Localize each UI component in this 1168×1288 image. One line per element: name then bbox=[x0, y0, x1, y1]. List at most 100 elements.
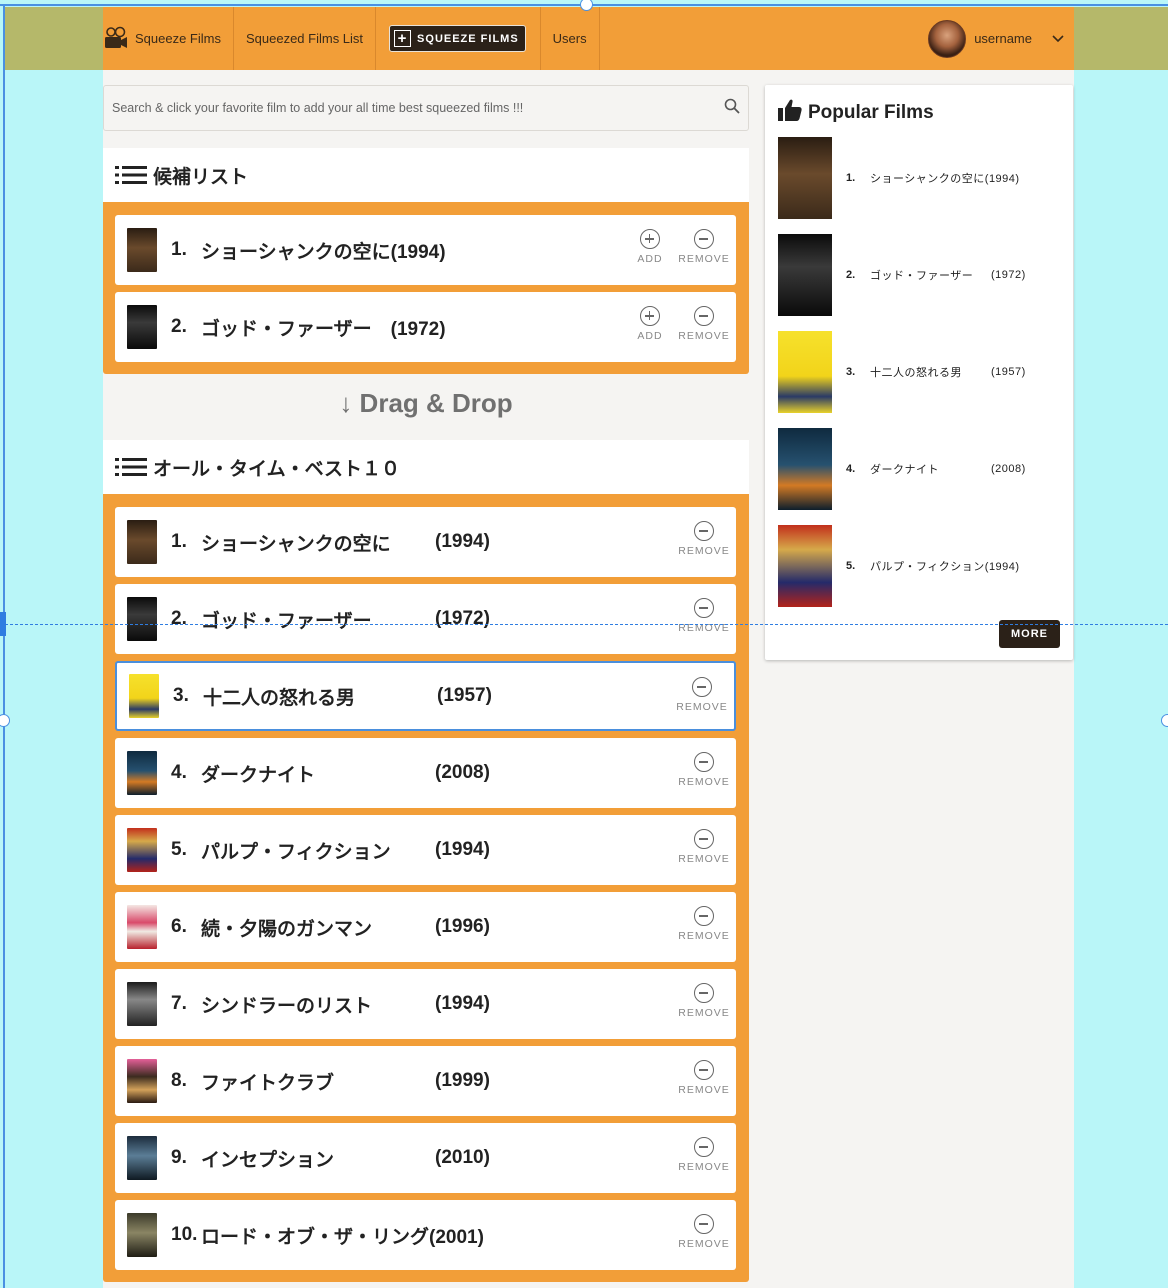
candidate-card[interactable]: 2. ゴッド・ファーザー (1972) ADD REMOVE bbox=[115, 292, 736, 362]
best10-card[interactable]: 2. ゴッド・ファーザー (1972) REMOVE bbox=[115, 584, 736, 654]
poster-image bbox=[127, 1136, 157, 1180]
add-label: ADD bbox=[637, 330, 663, 342]
minus-circle-icon bbox=[694, 521, 714, 541]
plus-icon: + bbox=[394, 30, 412, 47]
nav-users[interactable]: Users bbox=[541, 7, 600, 70]
card-year: (2010) bbox=[435, 1147, 490, 1168]
avatar bbox=[928, 19, 967, 58]
popular-film-item[interactable]: 4. ダークナイト (2008) bbox=[778, 428, 1058, 510]
card-title: ロード・オブ・ザ・リング(2001) bbox=[201, 1226, 484, 1248]
poster-image bbox=[127, 751, 157, 795]
best10-card[interactable]: 5. パルプ・フィクション (1994) REMOVE bbox=[115, 815, 736, 885]
plus-circle-icon bbox=[640, 306, 660, 326]
card-actions: REMOVE bbox=[678, 598, 729, 634]
card-title: ファイトクラブ bbox=[201, 1072, 335, 1094]
nav-squeezed-films-list[interactable]: Squeezed Films List bbox=[234, 7, 377, 70]
remove-button[interactable]: REMOVE bbox=[678, 1137, 729, 1173]
popular-title: ダークナイト bbox=[870, 464, 939, 476]
best10-card-selected[interactable]: 3. 十二人の怒れる男 (1957) REMOVE bbox=[115, 661, 736, 731]
remove-button[interactable]: REMOVE bbox=[678, 229, 729, 265]
best10-card[interactable]: 9. インセプション (2010) REMOVE bbox=[115, 1123, 736, 1193]
popular-films-header: Popular Films bbox=[778, 99, 934, 127]
search-icon[interactable] bbox=[724, 98, 740, 119]
search-input[interactable] bbox=[112, 101, 724, 115]
selection-frame-left bbox=[3, 4, 5, 1288]
film-search-bar bbox=[103, 85, 749, 131]
resize-handle-left[interactable] bbox=[0, 714, 10, 727]
remove-button[interactable]: REMOVE bbox=[678, 1214, 729, 1250]
candidate-card[interactable]: 1. ショーシャンクの空に(1994) ADD REMOVE bbox=[115, 215, 736, 285]
popular-title: ショーシャンクの空に(1994) bbox=[870, 173, 1020, 185]
remove-button[interactable]: REMOVE bbox=[678, 306, 729, 342]
poster-image bbox=[127, 597, 157, 641]
best10-title: オール・タイム・ベスト１０ bbox=[153, 458, 401, 480]
poster-image bbox=[127, 905, 157, 949]
popular-rank: 4. bbox=[846, 463, 856, 475]
remove-label: REMOVE bbox=[678, 545, 730, 557]
card-rank: 1. bbox=[171, 531, 187, 552]
resize-handle-right[interactable] bbox=[1161, 714, 1168, 727]
card-actions: REMOVE bbox=[678, 1060, 729, 1096]
remove-button[interactable]: REMOVE bbox=[678, 1060, 729, 1096]
remove-button[interactable]: REMOVE bbox=[678, 521, 729, 557]
best10-card[interactable]: 7. シンドラーのリスト (1994) REMOVE bbox=[115, 969, 736, 1039]
poster-image bbox=[778, 428, 832, 510]
best10-card[interactable]: 10. ロード・オブ・ザ・リング(2001) REMOVE bbox=[115, 1200, 736, 1270]
minus-circle-icon bbox=[694, 306, 714, 326]
best10-card[interactable]: 1. ショーシャンクの空に (1994) REMOVE bbox=[115, 507, 736, 577]
popular-film-item[interactable]: 2. ゴッド・ファーザー (1972) bbox=[778, 234, 1058, 316]
remove-button[interactable]: REMOVE bbox=[678, 829, 729, 865]
card-rank: 1. bbox=[171, 239, 187, 260]
poster-image bbox=[127, 520, 157, 564]
card-actions: REMOVE bbox=[678, 752, 729, 788]
add-button[interactable]: ADD bbox=[630, 229, 670, 265]
plus-circle-icon bbox=[640, 229, 660, 249]
remove-button[interactable]: REMOVE bbox=[678, 598, 729, 634]
remove-button[interactable]: REMOVE bbox=[678, 983, 729, 1019]
best10-card[interactable]: 6. 続・夕陽のガンマン (1996) REMOVE bbox=[115, 892, 736, 962]
add-label: ADD bbox=[637, 253, 663, 265]
popular-year: (1972) bbox=[991, 269, 1026, 281]
remove-label: REMOVE bbox=[678, 253, 730, 265]
card-year: (1994) bbox=[435, 531, 490, 552]
remove-button[interactable]: REMOVE bbox=[678, 752, 729, 788]
card-rank: 3. bbox=[173, 685, 189, 706]
popular-film-item[interactable]: 3. 十二人の怒れる男 (1957) bbox=[778, 331, 1058, 413]
popular-rank: 5. bbox=[846, 560, 856, 572]
popular-rank: 2. bbox=[846, 269, 856, 281]
user-menu[interactable]: username bbox=[928, 7, 1074, 70]
poster-image bbox=[778, 234, 832, 316]
minus-circle-icon bbox=[694, 1137, 714, 1157]
popular-title: 十二人の怒れる男 bbox=[870, 367, 962, 379]
best10-card[interactable]: 8. ファイトクラブ (1999) REMOVE bbox=[115, 1046, 736, 1116]
remove-label: REMOVE bbox=[678, 1238, 730, 1250]
poster-image bbox=[778, 525, 832, 607]
candidate-list: 1. ショーシャンクの空に(1994) ADD REMOVE 2. ゴッド・ファ… bbox=[103, 202, 749, 374]
card-title: インセプション bbox=[201, 1149, 335, 1171]
remove-button[interactable]: REMOVE bbox=[678, 906, 729, 942]
nav-brand[interactable]: Squeeze Films bbox=[103, 7, 234, 70]
minus-circle-icon bbox=[694, 229, 714, 249]
card-rank: 9. bbox=[171, 1147, 187, 1168]
username-label: username bbox=[974, 31, 1032, 46]
minus-circle-icon bbox=[692, 677, 712, 697]
card-year: (1972) bbox=[435, 608, 490, 629]
card-actions: ADD REMOVE bbox=[630, 306, 729, 342]
card-rank: 6. bbox=[171, 916, 187, 937]
popular-film-item[interactable]: 5. パルプ・フィクション(1994) bbox=[778, 525, 1058, 607]
remove-button[interactable]: REMOVE bbox=[676, 677, 727, 713]
card-title: パルプ・フィクション bbox=[201, 841, 391, 863]
list-icon bbox=[115, 457, 147, 477]
card-title: ショーシャンクの空に(1994) bbox=[201, 241, 446, 263]
popular-films-title: Popular Films bbox=[808, 102, 934, 123]
card-actions: ADD REMOVE bbox=[630, 229, 729, 265]
popular-film-item[interactable]: 1. ショーシャンクの空に(1994) bbox=[778, 137, 1058, 219]
list-icon bbox=[115, 165, 147, 185]
brand-label: Squeeze Films bbox=[135, 31, 221, 46]
best10-card[interactable]: 4. ダークナイト (2008) REMOVE bbox=[115, 738, 736, 808]
remove-label: REMOVE bbox=[678, 1007, 730, 1019]
squeeze-films-button[interactable]: + SQUEEZE FILMS bbox=[389, 25, 526, 52]
add-button[interactable]: ADD bbox=[630, 306, 670, 342]
card-title: ダークナイト bbox=[201, 764, 316, 786]
